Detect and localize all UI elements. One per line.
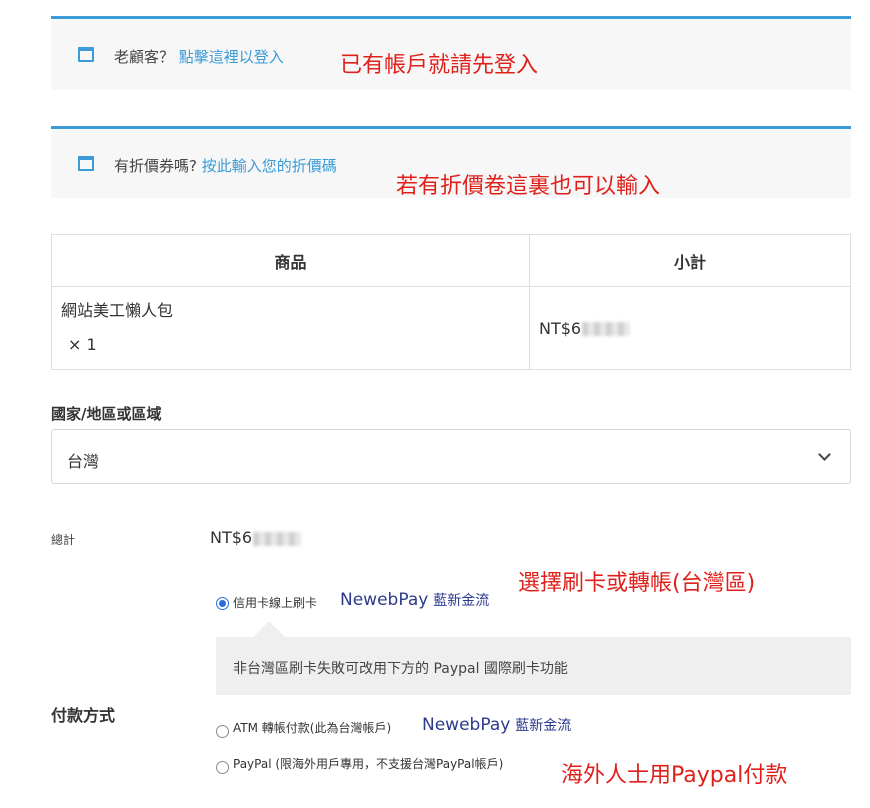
country-label: 國家/地區或區域 xyxy=(51,405,162,423)
country-select[interactable]: 台灣 xyxy=(51,429,851,484)
product-name: 網站美工懶人包 xyxy=(61,301,174,320)
newebpay-logo: NewebPay 藍新金流 xyxy=(340,590,489,610)
annotation-card: 選擇刷卡或轉帳(台灣區) xyxy=(518,571,756,596)
total-prefix: NT$6 xyxy=(210,528,253,547)
atm-transfer-radio[interactable] xyxy=(216,725,229,738)
product-cell: 網站美工懶人包 × 1 xyxy=(51,286,530,370)
notice-text: 有折價券嗎? 按此輸入您的折價碼 xyxy=(114,155,337,176)
atm-transfer-label[interactable]: ATM 轉帳付款(此為台灣帳戶) xyxy=(233,719,391,736)
newebpay-logo-zh: 藍新金流 xyxy=(433,593,490,609)
credit-card-radio[interactable] xyxy=(216,597,229,610)
description-pointer xyxy=(253,621,285,637)
credit-card-description: 非台灣區刷卡失敗可改用下方的 Paypal 國際刷卡功能 xyxy=(216,621,851,695)
product-column-header: 商品 xyxy=(51,234,530,287)
annotation-paypal: 海外人士用Paypal付款 xyxy=(561,763,788,788)
redacted-amount xyxy=(253,531,302,546)
newebpay-logo: NewebPay 藍新金流 xyxy=(422,715,571,735)
window-icon xyxy=(78,156,94,171)
notice-text: 老顧客？ 點擊這裡以登入 xyxy=(114,46,284,67)
newebpay-logo-text: NewebPay xyxy=(340,590,429,610)
window-icon xyxy=(78,47,94,62)
login-link[interactable]: 點擊這裡以登入 xyxy=(179,48,284,66)
credit-card-note: 非台灣區刷卡失敗可改用下方的 Paypal 國際刷卡功能 xyxy=(233,661,568,677)
annotation-coupon: 若有折價卷這裏也可以輸入 xyxy=(396,174,661,199)
chevron-down-icon xyxy=(818,448,831,461)
paypal-radio[interactable] xyxy=(216,761,229,774)
product-quantity: × 1 xyxy=(68,335,97,354)
credit-card-label[interactable]: 信用卡線上刷卡 xyxy=(233,594,317,611)
paypal-label[interactable]: PayPal (限海外用戶專用，不支援台灣PayPal帳戶) xyxy=(233,755,503,772)
order-review-table: 商品 小計 網站美工懶人包 × 1 NT$6 xyxy=(51,234,851,370)
total-label: 總計 xyxy=(51,533,76,547)
table-header-row: 商品 小計 xyxy=(51,234,851,287)
subtotal-cell: NT$6 xyxy=(529,286,851,370)
redacted-amount xyxy=(582,322,631,336)
subtotal-column-header: 小計 xyxy=(529,234,851,287)
newebpay-logo-zh: 藍新金流 xyxy=(515,718,572,734)
annotation-login: 已有帳戶就請先登入 xyxy=(340,53,539,78)
subtotal-price: NT$6 xyxy=(539,318,582,338)
total-value: NT$6 xyxy=(210,528,302,547)
notice-prefix: 有折價券嗎? xyxy=(114,157,197,175)
country-selected-value: 台灣 xyxy=(67,452,100,471)
newebpay-logo-text: NewebPay xyxy=(422,715,511,735)
table-row: 網站美工懶人包 × 1 NT$6 xyxy=(51,286,851,370)
payment-method-label: 付款方式 xyxy=(51,706,116,725)
coupon-link[interactable]: 按此輸入您的折價碼 xyxy=(202,157,337,175)
notice-prefix: 老顧客？ xyxy=(114,48,175,66)
